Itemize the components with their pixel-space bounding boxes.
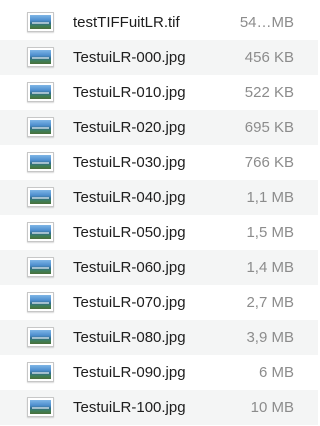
file-name: testTIFFuitLR.tif [73,14,180,31]
file-row[interactable]: TestuiLR-080.jpg 3,9 MB [0,320,318,355]
image-thumbnail-icon [27,257,54,277]
file-size: 766 KB [244,154,294,171]
file-size: 1,1 MB [246,189,294,206]
file-row[interactable]: TestuiLR-030.jpg 766 KB [0,145,318,180]
file-name: TestuiLR-010.jpg [73,84,186,101]
image-thumbnail-icon [27,47,54,67]
file-size: 6 MB [258,364,294,381]
image-thumbnail-icon [27,117,54,137]
file-row[interactable]: TestuiLR-090.jpg 6 MB [0,355,318,390]
file-size: 10 MB [250,399,294,416]
file-name: TestuiLR-000.jpg [73,49,186,66]
file-size: 3,9 MB [246,329,294,346]
file-row[interactable]: TestuiLR-040.jpg 1,1 MB [0,180,318,215]
file-name: TestuiLR-030.jpg [73,154,186,171]
file-row[interactable]: TestuiLR-060.jpg 1,4 MB [0,250,318,285]
file-name: TestuiLR-020.jpg [73,119,186,136]
file-size: 1,5 MB [246,224,294,241]
image-thumbnail-icon [27,152,54,172]
file-name: TestuiLR-100.jpg [73,399,186,416]
image-thumbnail-icon [27,362,54,382]
file-row[interactable]: TestuiLR-100.jpg 10 MB [0,390,318,425]
file-name: TestuiLR-050.jpg [73,224,186,241]
file-name: TestuiLR-080.jpg [73,329,186,346]
file-size: 456 KB [244,49,294,66]
file-row[interactable]: TestuiLR-000.jpg 456 KB [0,40,318,75]
file-row[interactable]: TestuiLR-020.jpg 695 KB [0,110,318,145]
image-thumbnail-icon [27,292,54,312]
file-list: testTIFFuitLR.tif 54…MB TestuiLR-000.jpg… [0,0,318,426]
image-thumbnail-icon [27,12,54,32]
file-row[interactable]: testTIFFuitLR.tif 54…MB [0,5,318,40]
file-size: 1,4 MB [246,259,294,276]
file-name: TestuiLR-040.jpg [73,189,186,206]
file-row[interactable]: TestuiLR-070.jpg 2,7 MB [0,285,318,320]
image-thumbnail-icon [27,222,54,242]
image-thumbnail-icon [27,397,54,417]
file-size: 2,7 MB [246,294,294,311]
file-size: 695 KB [244,119,294,136]
file-size: 522 KB [244,84,294,101]
file-size: 54…MB [239,14,294,31]
file-name: TestuiLR-090.jpg [73,364,186,381]
file-row[interactable]: TestuiLR-010.jpg 522 KB [0,75,318,110]
file-row[interactable]: TestuiLR-050.jpg 1,5 MB [0,215,318,250]
file-name: TestuiLR-070.jpg [73,294,186,311]
image-thumbnail-icon [27,82,54,102]
image-thumbnail-icon [27,327,54,347]
image-thumbnail-icon [27,187,54,207]
file-name: TestuiLR-060.jpg [73,259,186,276]
